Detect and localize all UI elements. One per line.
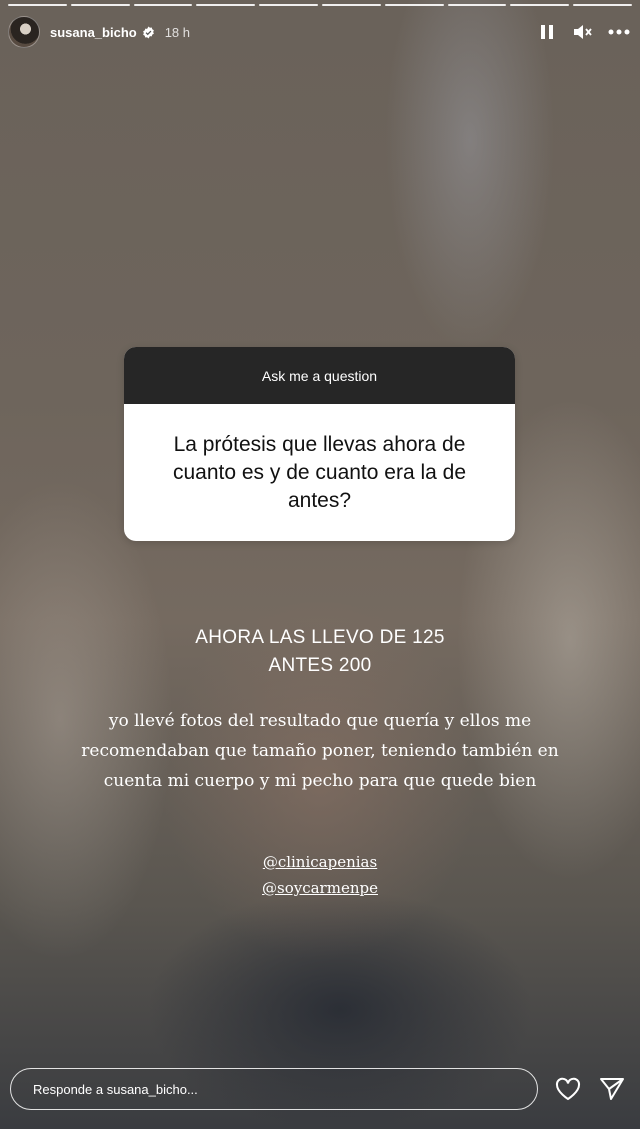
question-sticker[interactable]: Ask me a question La prótesis que llevas… xyxy=(124,347,515,541)
progress-segment xyxy=(259,4,318,6)
story-header: susana_bicho 18 h xyxy=(8,14,630,50)
reply-bar: Responde a susana_bicho... xyxy=(10,1067,630,1111)
question-text: La prótesis que llevas ahora de cuanto e… xyxy=(124,404,515,541)
story-viewer[interactable]: susana_bicho 18 h Ask me a question La p… xyxy=(0,0,640,1129)
mention-soycarmenpe[interactable]: @soycarmenpe xyxy=(262,875,378,901)
avatar[interactable] xyxy=(8,16,40,48)
pause-icon[interactable] xyxy=(536,21,558,43)
reply-placeholder: Responde a susana_bicho... xyxy=(33,1081,198,1097)
answer-line-2: ANTES 200 xyxy=(268,655,372,676)
username[interactable]: susana_bicho xyxy=(50,25,137,40)
progress-segment xyxy=(321,4,381,6)
answer-text: AHORA LAS LLEVO DE 125 ANTES 200 xyxy=(0,624,640,680)
progress-segment xyxy=(573,4,632,6)
story-note-text: yo llevé fotos del resultado que quería … xyxy=(81,711,559,791)
progress-segment xyxy=(8,4,67,6)
story-controls xyxy=(536,21,630,43)
mention-clinicapenias[interactable]: @clinicapenias xyxy=(263,849,377,875)
progress-segment xyxy=(510,4,570,6)
post-time: 18 h xyxy=(164,24,191,40)
progress-segment xyxy=(70,4,130,6)
send-icon[interactable] xyxy=(598,1075,626,1103)
verified-badge-icon xyxy=(142,26,155,39)
story-progress-bar xyxy=(8,4,632,6)
heart-icon[interactable] xyxy=(554,1075,582,1103)
question-text-content: La prótesis que llevas ahora de cuanto e… xyxy=(172,432,467,512)
reply-input[interactable]: Responde a susana_bicho... xyxy=(10,1068,538,1110)
question-sticker-header: Ask me a question xyxy=(124,347,515,404)
progress-segment xyxy=(196,4,256,6)
mute-icon[interactable] xyxy=(572,21,594,43)
mentions: @clinicapenias @soycarmenpe xyxy=(0,849,640,901)
answer-line-1: AHORA LAS LLEVO DE 125 xyxy=(195,627,445,648)
progress-segment xyxy=(447,4,507,6)
progress-segment xyxy=(133,4,193,6)
more-options-icon[interactable] xyxy=(608,21,630,43)
progress-segment xyxy=(384,4,444,6)
